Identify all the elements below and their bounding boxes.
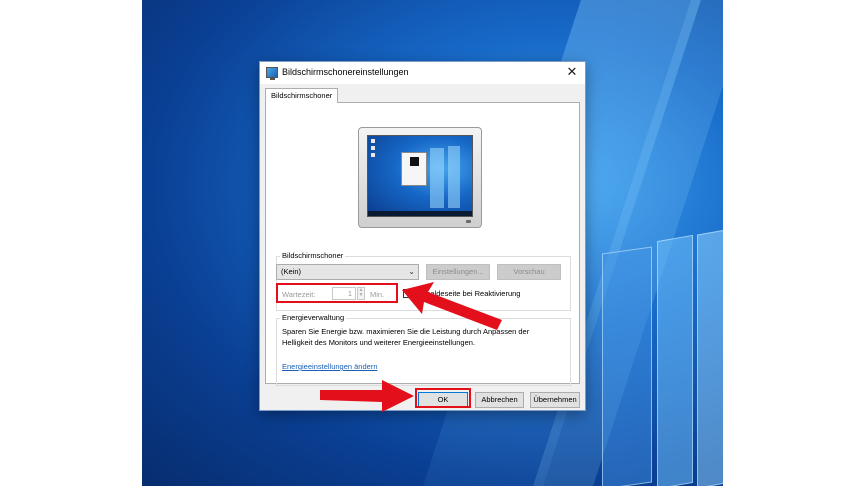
monitor-icon	[266, 67, 278, 80]
preview-screen	[367, 135, 473, 217]
monitor-preview	[358, 127, 482, 228]
chevron-down-icon: ⌄	[408, 267, 415, 276]
tab-bildschirmschoner[interactable]: Bildschirmschoner	[265, 88, 339, 103]
title-bar: Bildschirmschonereinstellungen ✕	[260, 62, 585, 84]
screensaver-group-legend: Bildschirmschoner	[280, 251, 346, 260]
preview-logo-pane	[448, 146, 460, 208]
close-button[interactable]: ✕	[565, 65, 579, 79]
windows-logo-pane	[602, 246, 652, 486]
dialog-title: Bildschirmschonereinstellungen	[282, 67, 409, 77]
monitor-power-led	[466, 220, 471, 223]
ok-highlight	[415, 388, 471, 408]
wait-time-highlight	[276, 283, 398, 303]
preview-button[interactable]: Vorschau	[497, 264, 561, 280]
windows-logo-pane	[657, 234, 693, 486]
preview-logo-pane	[430, 148, 444, 208]
cancel-button[interactable]: Abbrechen	[475, 392, 524, 408]
change-power-settings-link[interactable]: Energieeinstellungen ändern	[282, 362, 378, 371]
apply-button[interactable]: Übernehmen	[530, 392, 580, 408]
screensaver-select-value: (Kein)	[281, 267, 302, 276]
preview-desktop-icon	[371, 139, 375, 143]
windows-logo-pane	[697, 229, 723, 486]
preview-desktop-icon	[371, 153, 375, 157]
screensaver-select[interactable]: (Kein) ⌄	[276, 264, 419, 280]
preview-desktop-icon	[371, 146, 375, 150]
arrow-icon	[402, 282, 502, 330]
settings-button[interactable]: Einstellungen...	[426, 264, 490, 280]
energy-group-legend: Energieverwaltung	[280, 313, 347, 322]
screensaver-settings-dialog: Bildschirmschonereinstellungen ✕ Bildsch…	[259, 61, 586, 411]
arrow-icon	[320, 380, 414, 412]
preview-window	[401, 152, 427, 186]
preview-taskbar	[368, 211, 472, 216]
